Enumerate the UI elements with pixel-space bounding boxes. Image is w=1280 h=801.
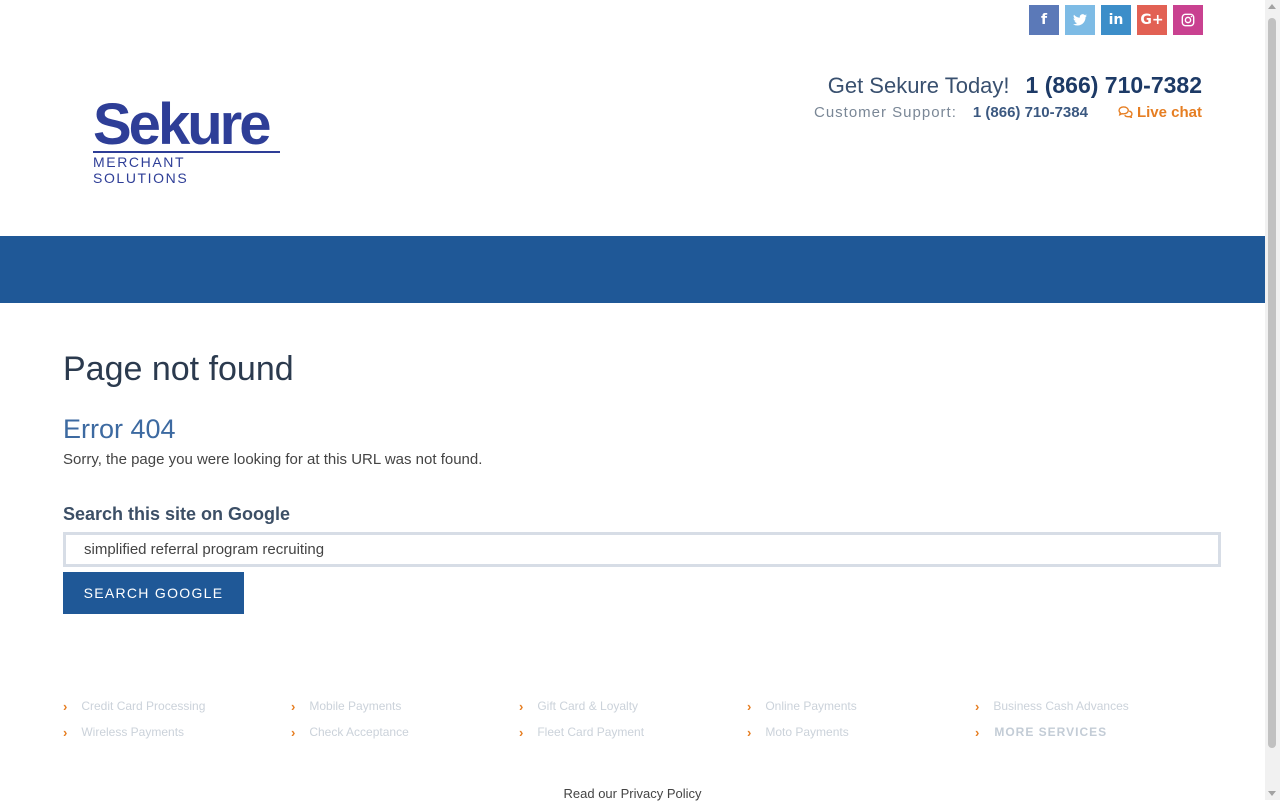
service-label: MORE SERVICES (994, 725, 1108, 739)
search-input[interactable] (63, 532, 1221, 567)
twitter-icon[interactable] (1065, 5, 1095, 35)
service-link[interactable]: › Credit Card Processing (63, 698, 291, 714)
chevron-right-icon: › (975, 698, 980, 714)
service-label: Check Acceptance (309, 725, 409, 739)
chevron-right-icon: › (63, 724, 68, 740)
page-title: Page not found (63, 350, 294, 388)
facebook-icon[interactable]: f (1029, 5, 1059, 35)
sekure-logo[interactable]: Sekure MERCHANT SOLUTIONS (93, 96, 280, 186)
logo-brand: Sekure (93, 92, 271, 157)
service-link[interactable]: › Online Payments (747, 698, 975, 714)
service-label: Credit Card Processing (81, 699, 206, 713)
service-link[interactable]: › Business Cash Advances (975, 698, 1203, 714)
chevron-right-icon: › (291, 724, 296, 740)
more-services-link[interactable]: › MORE SERVICES (975, 724, 1203, 740)
search-label: Search this site on Google (63, 504, 291, 524)
service-link[interactable]: › Moto Payments (747, 724, 975, 740)
header-contact: Get Sekure Today! 1 (866) 710-7382 Custom… (814, 72, 1202, 121)
search-google-button[interactable]: SEARCH GOOGLE (63, 572, 244, 614)
main-nav-bar (0, 236, 1265, 303)
social-links: f in G+ (1029, 5, 1203, 35)
service-label: Business Cash Advances (993, 699, 1129, 713)
instagram-icon[interactable] (1173, 5, 1203, 35)
service-label: Online Payments (765, 699, 857, 713)
page-scrollbar[interactable] (1265, 0, 1280, 800)
support-phone-link[interactable]: 1 (866) 710-7384 (973, 104, 1088, 121)
chevron-right-icon: › (747, 698, 752, 714)
chat-bubbles-icon (1118, 106, 1133, 119)
service-link[interactable]: › Gift Card & Loyalty (519, 698, 747, 714)
cta-text: Get Sekure Today! (827, 73, 1010, 98)
google-plus-icon[interactable]: G+ (1137, 5, 1167, 35)
live-chat-label: Live chat (1136, 104, 1202, 121)
error-code: Error 404 (63, 414, 176, 444)
service-label: Mobile Payments (309, 699, 402, 713)
chevron-right-icon: › (747, 724, 752, 740)
service-link[interactable]: › Check Acceptance (291, 724, 519, 740)
sales-line: Get Sekure Today! 1 (866) 710-7382 (814, 72, 1202, 99)
service-label: Wireless Payments (81, 725, 185, 739)
chevron-right-icon: › (975, 724, 981, 740)
live-chat-link[interactable]: Live chat (1118, 104, 1202, 121)
support-label: Customer Support: (813, 104, 957, 121)
service-label: Moto Payments (765, 725, 849, 739)
chevron-right-icon: › (291, 698, 296, 714)
service-label: Gift Card & Loyalty (537, 699, 639, 713)
service-link[interactable]: › Fleet Card Payment (519, 724, 747, 740)
chevron-right-icon: › (519, 698, 524, 714)
sales-phone-link[interactable]: 1 (866) 710-7382 (1026, 72, 1202, 98)
error-message: Sorry, the page you were looking for at … (63, 451, 483, 468)
linkedin-icon[interactable]: in (1101, 5, 1131, 35)
services-list: › Credit Card Processing › Mobile Payments… (63, 698, 1203, 740)
chevron-right-icon: › (519, 724, 524, 740)
service-link[interactable]: › Wireless Payments (63, 724, 291, 740)
scroll-down-arrow-icon[interactable] (1268, 791, 1276, 796)
scroll-up-arrow-icon[interactable] (1268, 4, 1276, 9)
support-line: Customer Support: 1 (866) 710-7384 Live ch… (814, 104, 1202, 121)
chevron-right-icon: › (63, 698, 68, 714)
service-link[interactable]: › Mobile Payments (291, 698, 519, 714)
scrollbar-thumb[interactable] (1268, 18, 1276, 748)
service-label: Fleet Card Payment (537, 725, 645, 739)
privacy-policy-link[interactable]: Read our Privacy Policy (0, 786, 1265, 801)
